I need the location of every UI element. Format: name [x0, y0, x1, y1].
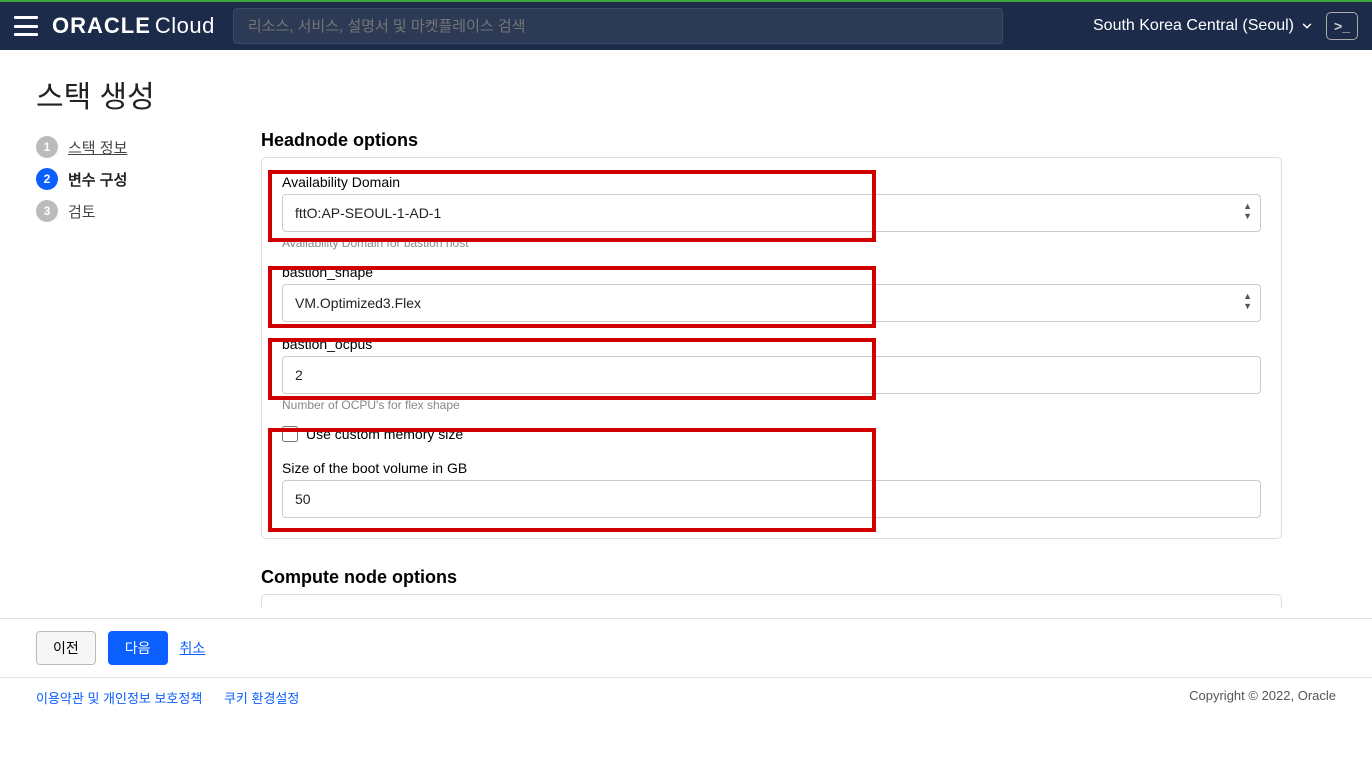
wizard-step-1[interactable]: 1 스택 정보: [36, 136, 261, 158]
brand-light: Cloud: [155, 13, 215, 39]
boot-value: 50: [295, 491, 311, 507]
brand-strong: ORACLE: [52, 13, 151, 39]
shape-value: VM.Optimized3.Flex: [295, 295, 421, 311]
search-container: [233, 8, 1075, 44]
cloud-shell-button[interactable]: >_: [1326, 12, 1358, 40]
terminal-icon: >_: [1334, 18, 1350, 34]
region-label: South Korea Central (Seoul): [1093, 17, 1294, 35]
brand-logo: ORACLE Cloud: [52, 13, 215, 39]
wizard-steps: 1 스택 정보 2 변수 구성 3 검토: [36, 130, 261, 608]
footer-links: 이용약관 및 개인정보 보호정책 쿠키 환경설정: [36, 688, 317, 707]
field-bastion-shape: bastion_shape VM.Optimized3.Flex ▲▼: [282, 264, 1261, 322]
stepper-icon[interactable]: ▲▼: [1243, 291, 1252, 311]
step-number: 1: [36, 136, 58, 158]
copyright: Copyright © 2022, Oracle: [1189, 688, 1336, 707]
step-label[interactable]: 스택 정보: [68, 137, 127, 158]
ocpu-value: 2: [295, 367, 303, 383]
main-content: Headnode options Availability Domain ftt…: [261, 130, 1372, 608]
headnode-panel: Availability Domain fttO:AP-SEOUL-1-AD-1…: [261, 157, 1282, 539]
ad-select[interactable]: fttO:AP-SEOUL-1-AD-1 ▲▼: [282, 194, 1261, 232]
stepper-icon[interactable]: ▲▼: [1243, 201, 1252, 221]
headnode-heading: Headnode options: [261, 130, 1282, 151]
field-boot-volume: Size of the boot volume in GB 50: [282, 460, 1261, 518]
shape-label: bastion_shape: [282, 264, 1261, 280]
compute-panel: [261, 594, 1282, 608]
ad-value: fttO:AP-SEOUL-1-AD-1: [295, 205, 441, 221]
cancel-link[interactable]: 취소: [180, 638, 206, 658]
custom-memory-label: Use custom memory size: [306, 426, 463, 442]
field-custom-memory: Use custom memory size: [282, 426, 1261, 442]
topbar: ORACLE Cloud South Korea Central (Seoul)…: [0, 0, 1372, 50]
ocpu-label: bastion_ocpus: [282, 336, 1261, 352]
ocpu-help: Number of OCPU's for flex shape: [282, 398, 1261, 412]
ad-label: Availability Domain: [282, 174, 1261, 190]
field-availability-domain: Availability Domain fttO:AP-SEOUL-1-AD-1…: [282, 174, 1261, 250]
compute-heading: Compute node options: [261, 567, 1282, 588]
step-label: 변수 구성: [68, 169, 127, 190]
menu-icon[interactable]: [14, 16, 38, 36]
boot-label: Size of the boot volume in GB: [282, 460, 1261, 476]
cookies-link[interactable]: 쿠키 환경설정: [224, 691, 299, 706]
ocpu-input[interactable]: 2: [282, 356, 1261, 394]
next-button[interactable]: 다음: [108, 631, 168, 665]
step-label: 검토: [68, 201, 96, 222]
wizard-step-2: 2 변수 구성: [36, 168, 261, 190]
field-bastion-ocpus: bastion_ocpus 2 Number of OCPU's for fle…: [282, 336, 1261, 412]
footer: 이용약관 및 개인정보 보호정책 쿠키 환경설정 Copyright © 202…: [0, 677, 1372, 717]
terms-link[interactable]: 이용약관 및 개인정보 보호정책: [36, 691, 202, 706]
custom-memory-checkbox[interactable]: [282, 426, 298, 442]
wizard-step-3: 3 검토: [36, 200, 261, 222]
prev-button[interactable]: 이전: [36, 631, 96, 665]
search-input[interactable]: [233, 8, 1003, 44]
shape-select[interactable]: VM.Optimized3.Flex ▲▼: [282, 284, 1261, 322]
page-title: 스택 생성: [0, 50, 1372, 130]
chevron-down-icon: [1300, 19, 1314, 33]
step-number: 2: [36, 168, 58, 190]
boot-input[interactable]: 50: [282, 480, 1261, 518]
step-number: 3: [36, 200, 58, 222]
ad-help: Availability Domain for bastion host: [282, 236, 1261, 250]
region-selector[interactable]: South Korea Central (Seoul): [1093, 17, 1314, 35]
button-bar: 이전 다음 취소: [0, 618, 1372, 677]
